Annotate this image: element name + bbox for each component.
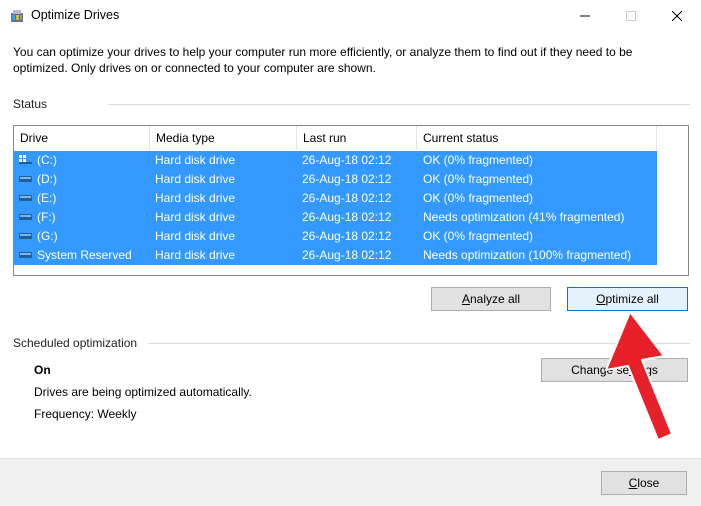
close-button[interactable]: Close bbox=[601, 471, 687, 495]
drive-list[interactable]: Drive Media type Last run Current status… bbox=[13, 125, 689, 276]
red-arrow-annotation-icon bbox=[605, 311, 673, 441]
minimize-icon bbox=[580, 15, 590, 16]
window-title: Optimize Drives bbox=[31, 8, 120, 22]
optimize-drives-icon bbox=[11, 10, 23, 22]
drive-last-run: 26-Aug-18 02:12 bbox=[302, 172, 392, 186]
drive-icon bbox=[19, 214, 32, 220]
maximize-button[interactable] bbox=[608, 0, 654, 31]
drive-current-status: OK (0% fragmented) bbox=[423, 191, 534, 205]
drive-current-status: Needs optimization (100% fragmented) bbox=[423, 248, 632, 262]
drive-row[interactable]: (C:) Hard disk drive 26-Aug-18 02:12 OK (0%… bbox=[14, 151, 657, 170]
drive-icon bbox=[19, 233, 32, 239]
drive-icon bbox=[19, 195, 32, 201]
analyze-all-button[interactable]: Analyze all bbox=[431, 287, 551, 311]
drive-row[interactable]: (E:) Hard disk drive 26-Aug-18 02:12 OK (0%… bbox=[14, 189, 657, 208]
column-header-media-type[interactable]: Media type bbox=[150, 126, 297, 150]
minimize-button[interactable] bbox=[562, 0, 608, 31]
close-window-button[interactable] bbox=[654, 0, 700, 31]
drive-row[interactable]: System Reserved Hard disk drive 26-Aug-18 … bbox=[14, 246, 657, 265]
drive-current-status: OK (0% fragmented) bbox=[423, 153, 534, 167]
drive-name: (G:) bbox=[37, 229, 58, 243]
drive-name: System Reserved bbox=[37, 248, 132, 262]
drive-icon bbox=[19, 252, 32, 258]
drive-current-status: Needs optimization (41% fragmented) bbox=[423, 210, 625, 224]
drive-last-run: 26-Aug-18 02:12 bbox=[302, 153, 392, 167]
schedule-frequency: Frequency: Weekly bbox=[34, 407, 137, 421]
section-divider bbox=[108, 104, 690, 105]
drive-last-run: 26-Aug-18 02:12 bbox=[302, 229, 392, 243]
drive-icon bbox=[19, 176, 32, 182]
drive-name: (C:) bbox=[37, 153, 57, 167]
drive-name: (E:) bbox=[37, 191, 57, 205]
drive-media-type: Hard disk drive bbox=[155, 153, 236, 167]
drive-last-run: 26-Aug-18 02:12 bbox=[302, 191, 392, 205]
drive-media-type: Hard disk drive bbox=[155, 172, 236, 186]
drive-current-status: OK (0% fragmented) bbox=[423, 229, 534, 243]
column-header-current-status[interactable]: Current status bbox=[417, 126, 657, 150]
column-header-last-run[interactable]: Last run bbox=[297, 126, 417, 150]
drive-row[interactable]: (F:) Hard disk drive 26-Aug-18 02:12 Needs … bbox=[14, 208, 657, 227]
drive-name: (F:) bbox=[37, 210, 56, 224]
schedule-description: Drives are being optimized automatically… bbox=[34, 385, 252, 399]
intro-text: You can optimize your drives to help you… bbox=[13, 45, 633, 75]
drive-last-run: 26-Aug-18 02:12 bbox=[302, 248, 392, 262]
drive-media-type: Hard disk drive bbox=[155, 229, 236, 243]
schedule-state: On bbox=[34, 363, 51, 377]
drive-media-type: Hard disk drive bbox=[155, 210, 236, 224]
drive-name: (D:) bbox=[37, 172, 57, 186]
drive-row[interactable]: (G:) Hard disk drive 26-Aug-18 02:12 OK (0%… bbox=[14, 227, 657, 246]
windows-drive-icon bbox=[19, 155, 32, 164]
scheduled-optimization-label: Scheduled optimization bbox=[13, 336, 138, 350]
maximize-icon bbox=[626, 10, 636, 21]
drive-media-type: Hard disk drive bbox=[155, 191, 236, 205]
dialog-footer bbox=[0, 458, 701, 506]
drive-row[interactable]: (D:) Hard disk drive 26-Aug-18 02:12 OK (0%… bbox=[14, 170, 657, 189]
drive-last-run: 26-Aug-18 02:12 bbox=[302, 210, 392, 224]
column-header-drive[interactable]: Drive bbox=[14, 126, 150, 150]
status-section-label: Status bbox=[13, 97, 48, 111]
drive-media-type: Hard disk drive bbox=[155, 248, 236, 262]
close-icon bbox=[672, 10, 682, 21]
drive-current-status: OK (0% fragmented) bbox=[423, 172, 534, 186]
